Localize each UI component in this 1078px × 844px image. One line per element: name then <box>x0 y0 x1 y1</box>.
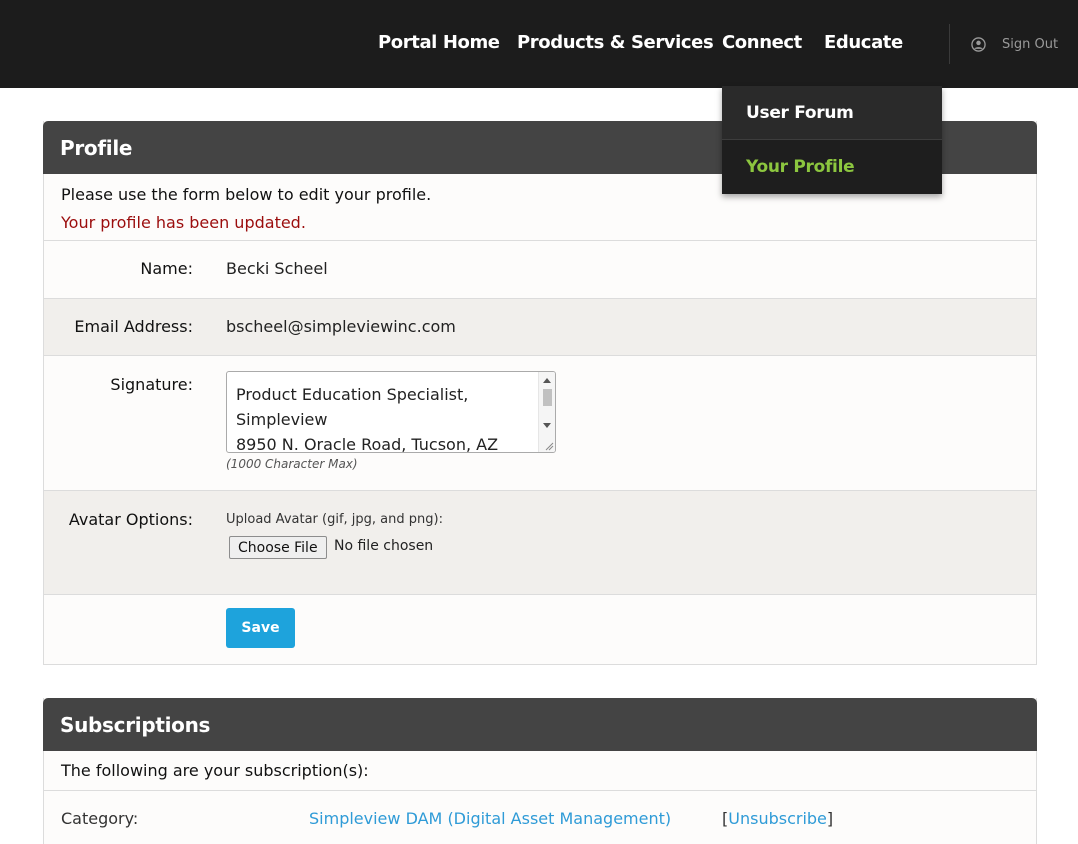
scroll-up-arrow-icon[interactable] <box>543 378 551 383</box>
avatar-row: Avatar Options: Upload Avatar (gif, jpg,… <box>44 491 1036 595</box>
avatar-label: Avatar Options: <box>68 510 193 529</box>
name-row: Name: Becki Scheel <box>44 241 1036 299</box>
sign-out-label: Sign Out <box>1002 36 1059 52</box>
profile-panel: Profile Please use the form below to edi… <box>43 121 1037 665</box>
save-row: Save <box>44 595 1036 663</box>
signature-row: Signature: Product Education Specialist,… <box>44 356 1036 491</box>
nav-products-services[interactable]: Products & Services <box>517 30 714 56</box>
name-label: Name: <box>140 259 193 278</box>
file-status: No file chosen <box>334 538 434 554</box>
signature-label: Signature: <box>110 375 193 394</box>
menu-item-user-forum[interactable]: User Forum <box>722 86 942 140</box>
email-label: Email Address: <box>74 317 193 336</box>
profile-updated-notice: Your profile has been updated. <box>61 213 306 232</box>
user-circle-icon <box>971 36 986 52</box>
top-navigation-bar: Portal Home Products & Services Connect … <box>0 0 1078 88</box>
sign-out-link[interactable]: Sign Out <box>971 35 1058 53</box>
menu-item-your-profile[interactable]: Your Profile <box>722 140 942 194</box>
save-button[interactable]: Save <box>226 608 295 648</box>
unsubscribe-wrapper: [Unsubscribe] <box>722 809 834 828</box>
nav-educate[interactable]: Educate <box>824 30 903 56</box>
nav-portal-home[interactable]: Portal Home <box>378 30 500 56</box>
choose-file-button[interactable]: Choose File <box>229 536 327 559</box>
category-link[interactable]: Simpleview DAM (Digital Asset Management… <box>309 809 671 828</box>
connect-dropdown-menu: User Forum Your Profile <box>722 86 942 194</box>
signature-text[interactable]: Product Education Specialist, Simpleview… <box>227 372 555 452</box>
nav-connect[interactable]: Connect <box>722 30 802 56</box>
resize-grip-icon[interactable] <box>544 441 554 451</box>
signature-scrollbar[interactable] <box>538 372 555 452</box>
name-value: Becki Scheel <box>226 259 328 278</box>
signature-textarea[interactable]: Product Education Specialist, Simpleview… <box>226 371 556 453</box>
scroll-down-arrow-icon[interactable] <box>543 423 551 428</box>
subscription-row: Category: Simpleview DAM (Digital Asset … <box>44 791 1036 844</box>
email-row: Email Address: bscheel@simpleviewinc.com <box>44 299 1036 356</box>
email-value: bscheel@simpleviewinc.com <box>226 317 456 336</box>
subscriptions-intro: The following are your subscription(s): <box>44 751 1036 791</box>
unsubscribe-link[interactable]: Unsubscribe <box>728 809 827 828</box>
nav-divider <box>949 24 950 64</box>
signature-char-limit: (1000 Character Max) <box>226 457 358 471</box>
subscriptions-panel-title: Subscriptions <box>43 698 1037 751</box>
subscriptions-panel: Subscriptions The following are your sub… <box>43 698 1037 844</box>
upload-avatar-label: Upload Avatar (gif, jpg, and png): <box>226 512 443 527</box>
category-label: Category: <box>61 809 139 828</box>
scroll-thumb[interactable] <box>543 389 552 406</box>
